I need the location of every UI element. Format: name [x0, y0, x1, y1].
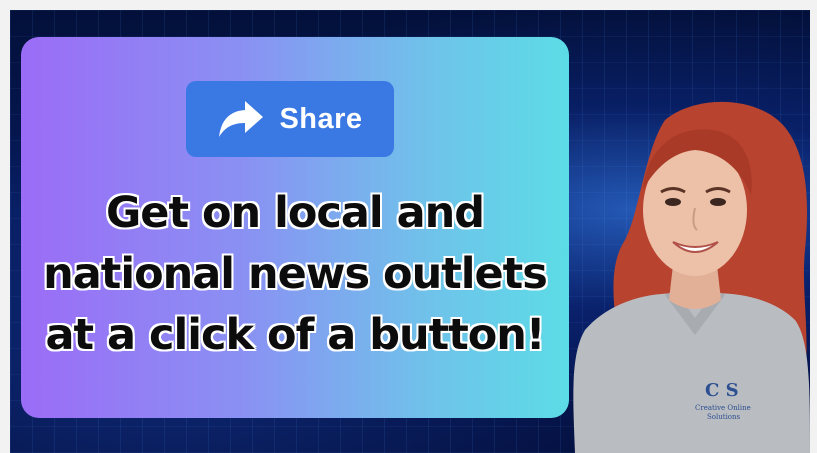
shirt-logo-line-1: Creative Online — [695, 404, 751, 412]
headline-line-3: at a click of a button! — [45, 310, 545, 360]
share-arrow-icon — [219, 101, 264, 137]
presenter-photo: C S Creative Online Solutions — [573, 101, 810, 453]
share-button[interactable]: Share — [186, 81, 394, 157]
headline-line-1: Get on local and — [105, 188, 485, 238]
headline-line-2: national news outlets — [43, 249, 548, 299]
headline-card: Share Get on local and national news out… — [21, 37, 569, 418]
shirt-logo-mark: C S — [705, 380, 739, 401]
share-button-label: Share — [279, 102, 363, 135]
headline: Get on local and national news outlets a… — [21, 183, 569, 366]
thumbnail-frame: Share Get on local and national news out… — [10, 10, 810, 453]
shirt-logo-line-2: Solutions — [707, 413, 741, 421]
